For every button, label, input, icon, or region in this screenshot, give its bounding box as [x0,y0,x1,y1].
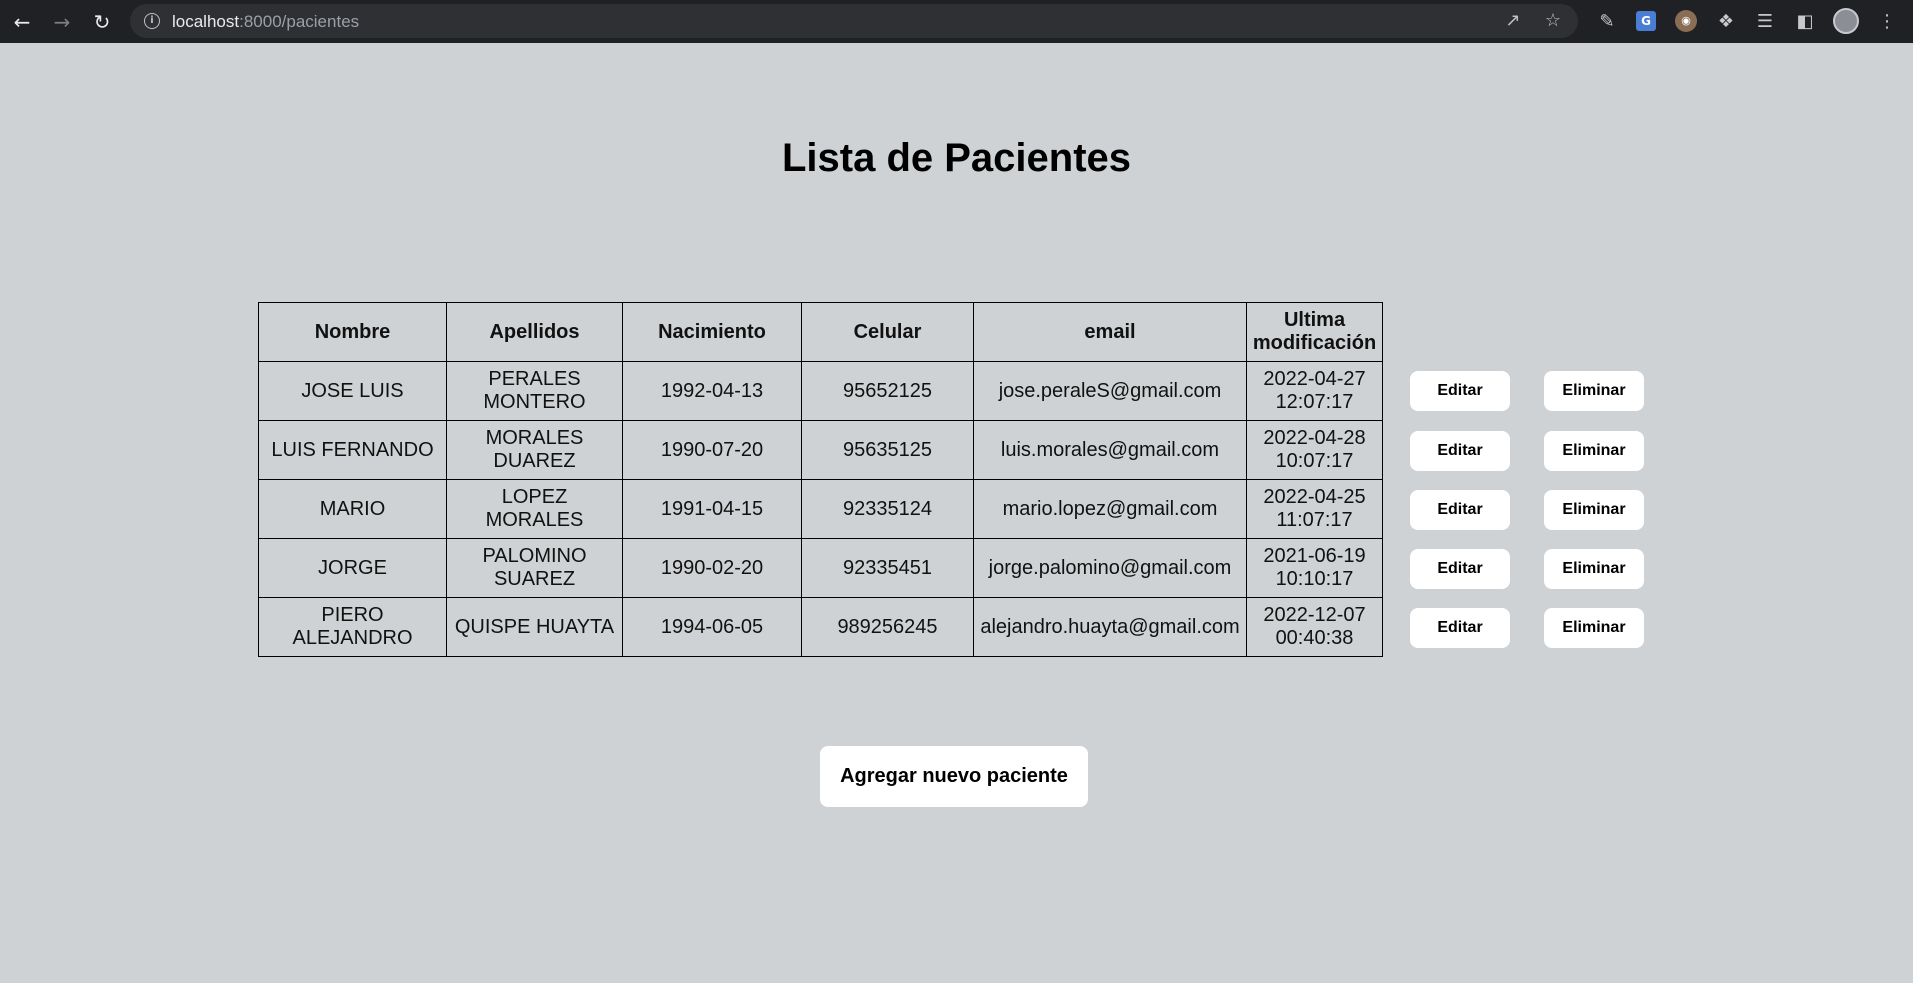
address-bar[interactable]: i localhost:8000/pacientes ↗ ☆ [130,4,1578,38]
media-queue-icon[interactable]: ☰ [1752,8,1778,34]
edit-button[interactable]: Editar [1410,490,1510,530]
site-info-icon[interactable]: i [144,13,160,29]
cell-nacimiento: 1991-04-15 [622,479,802,539]
header-email: email [973,302,1247,362]
cell-nacimiento: 1990-02-20 [622,538,802,598]
cell-modificacion: 2022-12-07 00:40:38 [1246,597,1383,657]
cell-nombre: JOSE LUIS [258,361,447,421]
cell-celular: 95635125 [801,420,974,480]
edit-button[interactable]: Editar [1410,549,1510,589]
cell-nombre: JORGE [258,538,447,598]
forward-icon[interactable]: → [42,0,82,43]
cell-apellidos: LOPEZ MORALES [446,479,623,539]
edit-button[interactable]: Editar [1410,608,1510,648]
header-apellidos: Apellidos [446,302,623,362]
cell-nombre: PIERO ALEJANDRO [258,597,447,657]
delete-button[interactable]: Eliminar [1544,490,1644,530]
share-icon[interactable]: ↗ [1501,9,1525,33]
delete-button[interactable]: Eliminar [1544,549,1644,589]
cell-modificacion: 2022-04-27 12:07:17 [1246,361,1383,421]
cell-apellidos: QUISPE HUAYTA [446,597,623,657]
cell-nacimiento: 1990-07-20 [622,420,802,480]
delete-button[interactable]: Eliminar [1544,431,1644,471]
header-nacimiento: Nacimiento [622,302,802,362]
cell-email: mario.lopez@gmail.com [973,479,1247,539]
extensions-puzzle-icon[interactable]: ❖ [1713,8,1739,34]
cell-nacimiento: 1992-04-13 [622,361,802,421]
reload-icon[interactable]: ↻ [82,0,122,43]
edit-button[interactable]: Editar [1410,371,1510,411]
table-row: PIERO ALEJANDRO QUISPE HUAYTA 1994-06-05… [258,597,1383,657]
cell-apellidos: PERALES MONTERO [446,361,623,421]
url-text: localhost:8000/pacientes [172,12,360,31]
cell-modificacion: 2022-04-25 11:07:17 [1246,479,1383,539]
add-patient-button[interactable]: Agregar nuevo paciente [820,746,1088,807]
browser-toolbar: ← → ↻ i localhost:8000/pacientes ↗ ☆ ✎ G… [0,0,1913,43]
table-row: MARIO LOPEZ MORALES 1991-04-15 92335124 … [258,479,1383,539]
back-icon[interactable]: ← [2,0,42,43]
bookmark-star-icon[interactable]: ☆ [1541,9,1565,33]
cell-modificacion: 2022-04-28 10:07:17 [1246,420,1383,480]
menu-kebab-icon[interactable]: ⋮ [1874,8,1900,34]
table-row: LUIS FERNANDO MORALES DUAREZ 1990-07-20 … [258,420,1383,480]
cell-nacimiento: 1994-06-05 [622,597,802,657]
owl-extension-icon[interactable]: ◉ [1673,8,1699,34]
cell-apellidos: PALOMINO SUAREZ [446,538,623,598]
edit-button[interactable]: Editar [1410,431,1510,471]
cell-email: alejandro.huayta@gmail.com [973,597,1247,657]
table-row: JORGE PALOMINO SUAREZ 1990-02-20 9233545… [258,538,1383,598]
cell-email: luis.morales@gmail.com [973,420,1247,480]
cell-apellidos: MORALES DUAREZ [446,420,623,480]
avatar[interactable] [1833,8,1859,34]
side-panel-icon[interactable]: ◧ [1792,8,1818,34]
cell-nombre: MARIO [258,479,447,539]
cell-celular: 989256245 [801,597,974,657]
header-celular: Celular [801,302,974,362]
delete-button[interactable]: Eliminar [1544,608,1644,648]
page-title: Lista de Pacientes [781,136,1132,180]
table-row: JOSE LUIS PERALES MONTERO 1992-04-13 956… [258,361,1383,421]
translate-extension-icon[interactable]: G [1633,8,1659,34]
cell-modificacion: 2021-06-19 10:10:17 [1246,538,1383,598]
cell-celular: 95652125 [801,361,974,421]
cell-celular: 92335124 [801,479,974,539]
header-ultima-modificacion: Ultima modificación [1246,302,1383,362]
table-header-row: Nombre Apellidos Nacimiento Celular emai… [258,302,1383,362]
cell-celular: 92335451 [801,538,974,598]
patients-table: Nombre Apellidos Nacimiento Celular emai… [258,302,1383,657]
pen-extension-icon[interactable]: ✎ [1594,8,1620,34]
cell-email: jose.peraleS@gmail.com [973,361,1247,421]
delete-button[interactable]: Eliminar [1544,371,1644,411]
header-nombre: Nombre [258,302,447,362]
cell-nombre: LUIS FERNANDO [258,420,447,480]
cell-email: jorge.palomino@gmail.com [973,538,1247,598]
